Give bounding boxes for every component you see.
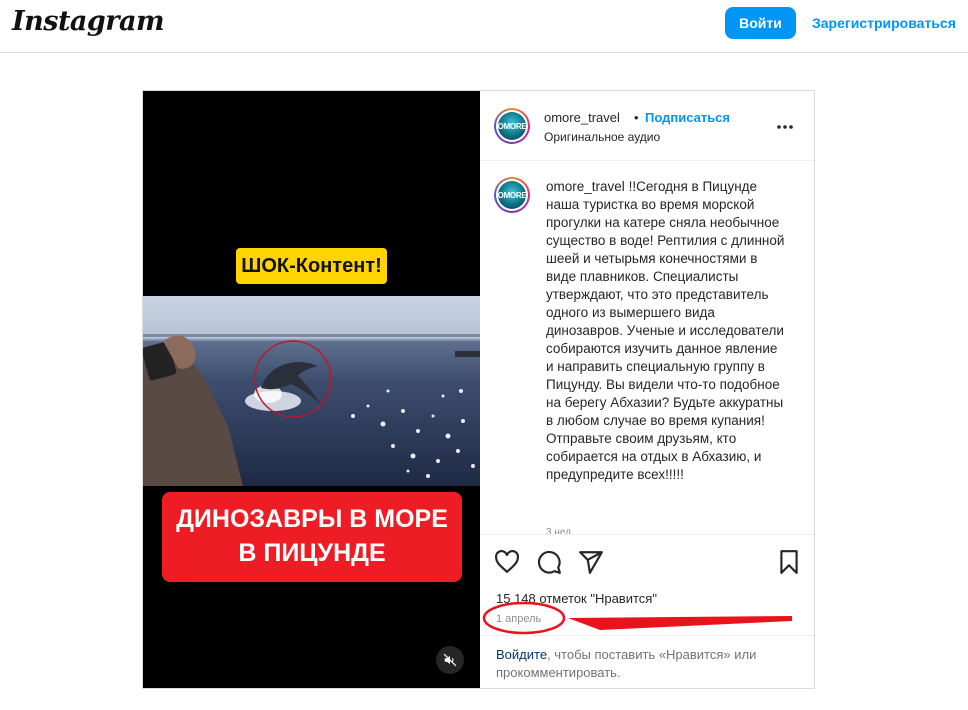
post-card: ШОК-Контент! ДИНОЗАВРЫ В МОРЕ В ПИЦУНДЕ … (142, 90, 815, 689)
header-separator: • (634, 110, 639, 125)
avatar[interactable]: OMORE (494, 108, 530, 144)
video-title-overlay: ДИНОЗАВРЫ В МОРЕ В ПИЦУНДЕ (162, 492, 462, 582)
post-date: 1 апрель (496, 613, 542, 625)
caption-username[interactable]: omore_travel (546, 179, 625, 194)
top-navigation-bar: Instagram Войти Зарегистрироваться (0, 0, 968, 53)
caption-avatar[interactable]: OMORE (494, 177, 530, 213)
muted-speaker-icon[interactable] (436, 646, 464, 674)
instagram-logo[interactable]: Instagram (12, 6, 165, 37)
caption-text: !!Сегодня в Пицунде наша туристка во вре… (546, 179, 785, 482)
bookmark-icon[interactable] (776, 549, 802, 575)
post-header: OMORE omore_travel • Подписаться Оригина… (480, 91, 814, 161)
more-horizontal-icon[interactable] (776, 117, 794, 135)
paper-plane-icon[interactable] (578, 549, 604, 575)
caption-avatar-text: OMORE (498, 181, 527, 209)
comment-icon[interactable] (536, 549, 562, 575)
video-player[interactable]: ШОК-Контент! ДИНОЗАВРЫ В МОРЕ В ПИЦУНДЕ (143, 91, 480, 688)
login-prompt: Войдите, чтобы поставить «Нравится» или … (480, 635, 814, 688)
post-caption: omore_travel !!Сегодня в Пицунде наша ту… (546, 178, 786, 484)
register-link[interactable]: Зарегистрироваться (812, 15, 956, 31)
post-sidebar: OMORE omore_travel • Подписаться Оригина… (480, 91, 814, 688)
original-audio-link[interactable]: Оригинальное аудио (544, 130, 660, 144)
post-username[interactable]: omore_travel (544, 110, 620, 125)
video-frame-sea (143, 296, 480, 486)
post-actions-bar (480, 534, 814, 586)
likes-count[interactable]: 15 148 отметок "Нравится" (496, 591, 657, 606)
avatar-text: OMORE (498, 112, 527, 140)
login-button[interactable]: Войти (725, 7, 796, 39)
login-link[interactable]: Войдите (496, 647, 547, 662)
video-title-line-2: В ПИЦУНДЕ (238, 539, 386, 567)
heart-icon[interactable] (494, 549, 520, 575)
follow-button[interactable]: Подписаться (645, 110, 730, 125)
video-title-line-1: ДИНОЗАВРЫ В МОРЕ (176, 505, 448, 533)
sea-scene-illustration (143, 334, 480, 486)
shock-content-badge: ШОК-Контент! (236, 248, 387, 284)
